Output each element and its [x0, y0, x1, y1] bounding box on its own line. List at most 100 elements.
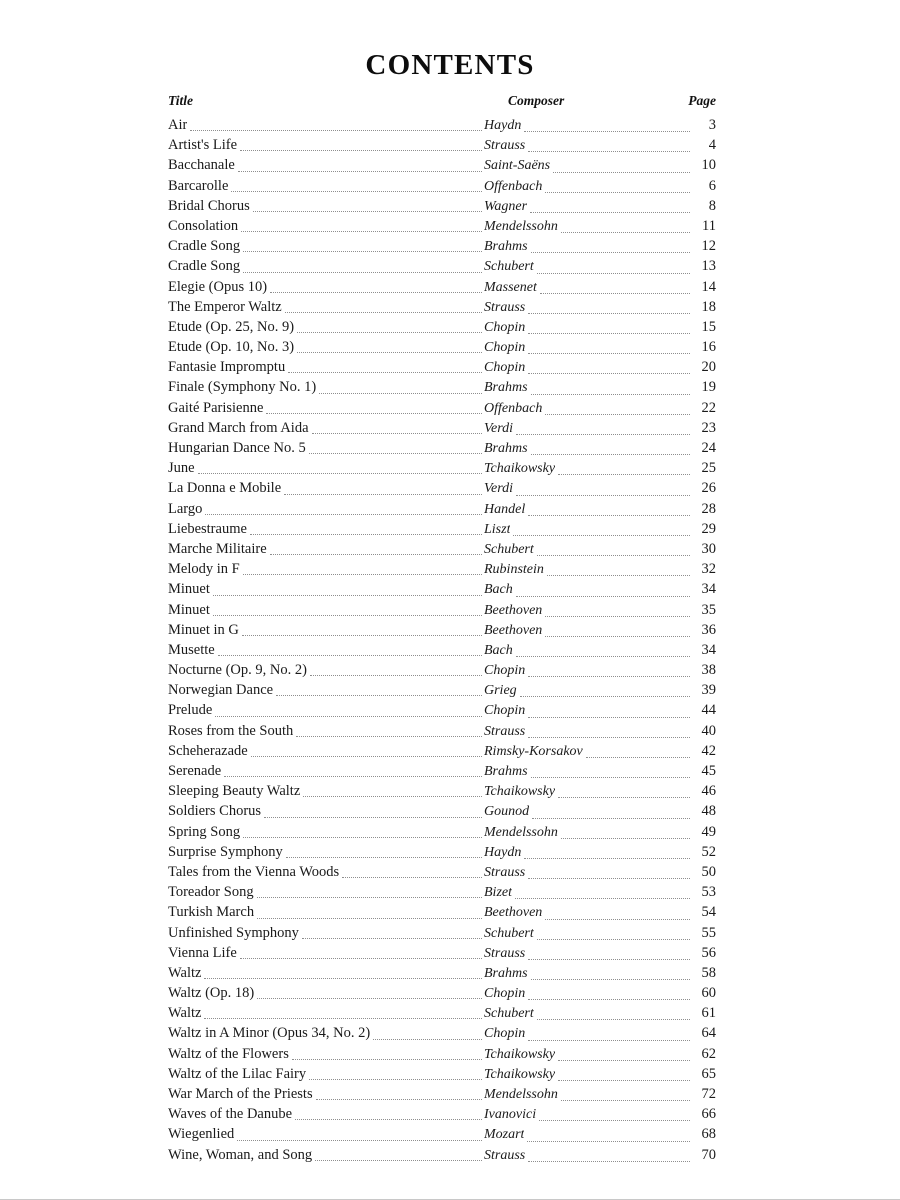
table-row[interactable]: War March of the Priests Mendelssohn 72 — [168, 1084, 716, 1104]
table-row[interactable]: Finale (Symphony No. 1) Brahms 19 — [168, 377, 716, 397]
table-row[interactable]: Waves of the Danube Ivanovici 66 — [168, 1104, 716, 1124]
leader-dots — [242, 573, 482, 576]
table-row[interactable]: Waltz (Op. 18) Chopin 60 — [168, 983, 716, 1003]
table-row[interactable]: Marche Militaire Schubert 30 — [168, 539, 716, 559]
table-row[interactable]: Nocturne (Op. 9, No. 2) Chopin 38 — [168, 660, 716, 680]
table-row[interactable]: Vienna Life Strauss 56 — [168, 943, 716, 963]
entry-page-number: 45 — [701, 763, 717, 779]
entry-title: La Donna e Mobile — [168, 480, 282, 497]
table-row[interactable]: Fantasie Impromptu Chopin 20 — [168, 357, 716, 377]
table-row[interactable]: Bridal Chorus Wagner 8 — [168, 196, 716, 216]
table-row[interactable]: Elegie (Opus 10) Massenet 14 — [168, 277, 716, 297]
entry-page-number: 19 — [701, 379, 717, 396]
table-row[interactable]: Turkish March Beethoven 54 — [168, 902, 716, 922]
table-row[interactable]: Artist's Life Strauss 4 — [168, 135, 716, 155]
table-row[interactable]: Etude (Op. 10, No. 3) Chopin 16 — [168, 337, 716, 357]
table-row[interactable]: Gaité Parisienne Offenbach 22 — [168, 398, 716, 418]
table-row[interactable]: Waltz in A Minor (Opus 34, No. 2) Chopin 6… — [168, 1023, 716, 1043]
leader-dots — [545, 413, 690, 415]
entry-composer: Verdi — [484, 481, 514, 497]
table-row[interactable]: Serenade Brahms 45 — [168, 761, 716, 781]
composer-group: Rubinstein — [484, 560, 692, 580]
leader-dots — [249, 533, 482, 535]
table-row[interactable]: Surprise Symphony Haydn 52 — [168, 842, 716, 862]
entry-page-number: 10 — [701, 157, 717, 174]
leader-dots — [539, 292, 690, 294]
table-row[interactable]: Minuet Bach 34 — [168, 579, 716, 599]
table-row[interactable]: Roses from the South Strauss 40 — [168, 721, 716, 741]
table-row[interactable]: June Tchaikowsky 25 — [168, 458, 716, 478]
table-row[interactable]: Sleeping Beauty Waltz Tchaikowsky 46 — [168, 781, 716, 801]
table-row[interactable]: The Emperor Waltz Strauss 18 — [168, 297, 716, 317]
table-row[interactable]: Scheherazade Rimsky-Korsakov 42 — [168, 741, 716, 761]
table-row[interactable]: Grand March from Aida Verdi 23 — [168, 418, 716, 438]
composer-group: Chopin — [484, 984, 692, 1004]
leader-dots — [524, 130, 690, 133]
entry-page-number: 52 — [701, 843, 717, 860]
table-row[interactable]: Largo Handel 28 — [168, 499, 716, 519]
table-row[interactable]: Air Haydn 3 — [168, 115, 716, 135]
entry-composer: Offenbach — [484, 400, 543, 416]
leader-dots — [257, 917, 482, 919]
table-row[interactable]: Spring Song Mendelssohn 49 — [168, 822, 716, 842]
table-row[interactable]: Hungarian Dance No. 5 Brahms 24 — [168, 438, 716, 458]
table-row[interactable]: Norwegian Dance Grieg 39 — [168, 680, 716, 700]
table-row[interactable]: Minuet Beethoven 35 — [168, 600, 716, 620]
table-row[interactable]: Wine, Woman, and Song Strauss 70 — [168, 1145, 716, 1165]
table-row[interactable]: Waltz of the Lilac Fairy Tchaikowsky 65 — [168, 1064, 716, 1084]
composer-group: Saint-Saëns — [484, 156, 692, 176]
entry-title: Largo — [168, 500, 203, 517]
table-row[interactable]: Waltz Schubert 61 — [168, 1003, 716, 1023]
table-row[interactable]: Wiegenlied Mozart 68 — [168, 1124, 716, 1144]
table-row[interactable]: Liebestraume Liszt 29 — [168, 519, 716, 539]
table-row[interactable]: Waltz Brahms 58 — [168, 963, 716, 983]
entry-page-number: 61 — [701, 1005, 717, 1022]
entry-title: Gaité Parisienne — [168, 399, 264, 416]
leader-dots — [269, 553, 482, 556]
leader-dots — [528, 736, 690, 738]
leader-dots — [530, 453, 690, 456]
composer-group: Chopin — [484, 1024, 692, 1044]
table-row[interactable]: Bacchanale Saint-Saëns 10 — [168, 155, 716, 175]
entry-composer: Handel — [484, 501, 526, 517]
entry-title: Tales from the Vienna Woods — [168, 863, 340, 880]
table-row[interactable]: Tales from the Vienna Woods Strauss 50 — [168, 862, 716, 882]
leader-dots — [530, 978, 690, 981]
table-row[interactable]: Unfinished Symphony Schubert 55 — [168, 923, 716, 943]
table-row[interactable]: Prelude Chopin 44 — [168, 700, 716, 720]
entry-page-number: 38 — [701, 662, 717, 679]
entry-title: Spring Song — [168, 823, 241, 840]
table-row[interactable]: Barcarolle Offenbach 6 — [168, 176, 716, 196]
leader-dots — [241, 634, 482, 636]
table-row[interactable]: Melody in F Rubinstein 32 — [168, 559, 716, 579]
composer-group: Strauss — [484, 863, 692, 883]
table-row[interactable]: Soldiers Chorus Gounod 48 — [168, 801, 716, 821]
leader-dots — [243, 250, 482, 253]
leader-dots — [291, 1058, 482, 1060]
table-row[interactable]: Toreador Song Bizet 53 — [168, 882, 716, 902]
table-row[interactable]: Etude (Op. 25, No. 9) Chopin 15 — [168, 317, 716, 337]
leader-dots — [536, 1018, 690, 1021]
composer-group: Verdi — [484, 479, 692, 499]
table-row[interactable]: Consolation Mendelssohn 11 — [168, 216, 716, 236]
entry-title: Vienna Life — [168, 944, 237, 961]
entry-composer: Tchaikowsky — [484, 784, 556, 800]
leader-dots — [215, 715, 482, 717]
leader-dots — [524, 857, 690, 859]
composer-group: Mendelssohn — [484, 823, 692, 843]
table-row[interactable]: Musette Bach 34 — [168, 640, 716, 660]
table-row[interactable]: Cradle Song Brahms 12 — [168, 236, 716, 256]
entry-page-number: 42 — [701, 742, 717, 759]
composer-group: Brahms — [484, 237, 692, 257]
leader-dots — [528, 514, 690, 516]
leader-dots — [296, 735, 482, 737]
leader-dots — [237, 1139, 482, 1141]
table-row[interactable]: La Donna e Mobile Verdi 26 — [168, 478, 716, 498]
entry-composer: Brahms — [484, 239, 528, 255]
entry-page-number: 50 — [701, 863, 717, 880]
leader-dots — [373, 1038, 482, 1040]
table-row[interactable]: Cradle Song Schubert 13 — [168, 256, 716, 276]
entry-page-number: 30 — [701, 540, 717, 557]
table-row[interactable]: Waltz of the Flowers Tchaikowsky 62 — [168, 1044, 716, 1064]
table-row[interactable]: Minuet in G Beethoven 36 — [168, 620, 716, 640]
